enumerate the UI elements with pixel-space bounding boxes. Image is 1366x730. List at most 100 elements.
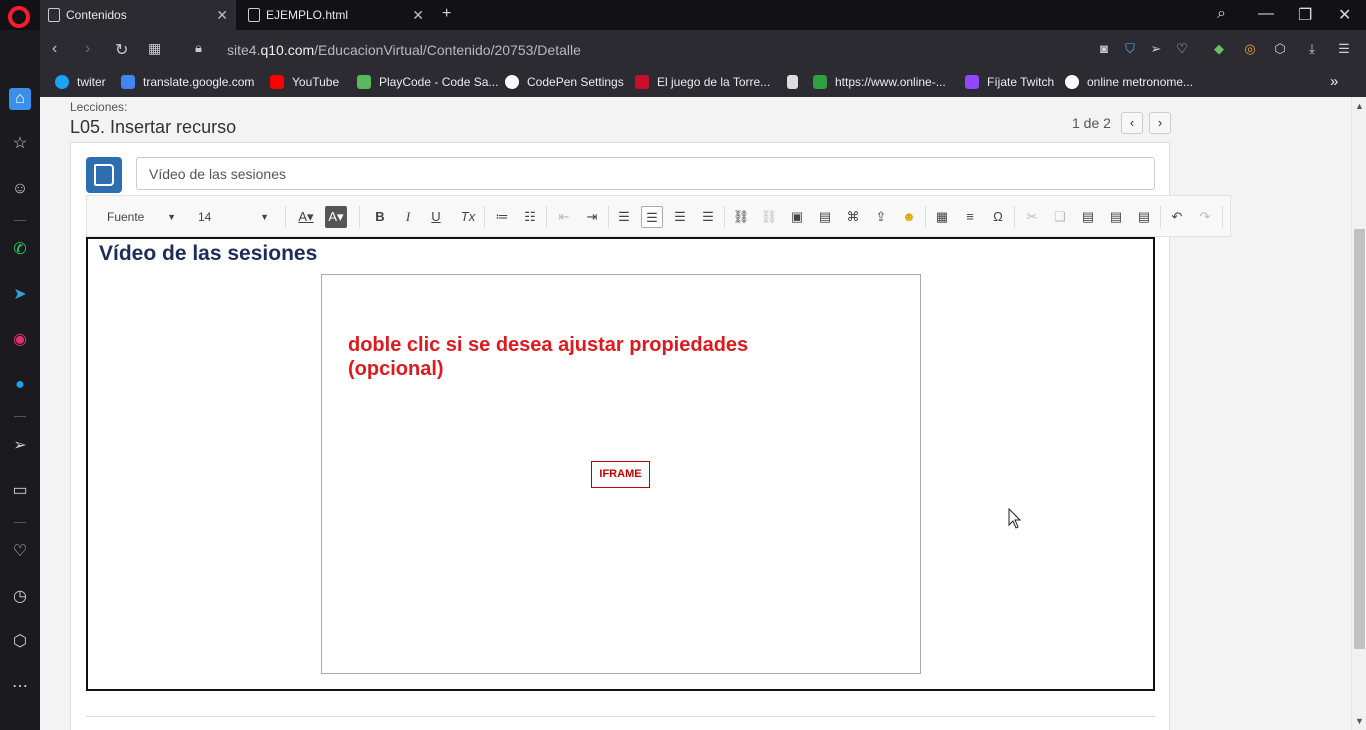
bookmark-twiter[interactable]: twiter (55, 75, 106, 89)
extensions-box-icon[interactable]: ⬡ (1272, 41, 1288, 57)
bookmarks-more[interactable]: » (1330, 73, 1338, 90)
media-icon[interactable]: ▤ (814, 206, 836, 228)
paste-icon[interactable]: ▤ (1077, 206, 1099, 228)
cut-icon[interactable]: ✂ (1021, 206, 1043, 228)
window-close-icon[interactable]: ✕ (1338, 5, 1351, 25)
smiley-icon[interactable]: ☺ (9, 178, 31, 200)
align-center-icon[interactable]: ☰ (641, 206, 663, 228)
page-icon (48, 8, 60, 22)
telegram-icon[interactable]: ➤ (9, 284, 31, 306)
close-icon[interactable]: ✕ (412, 7, 424, 24)
menu-icon[interactable]: ☰ (1336, 41, 1352, 57)
paste-word-icon[interactable]: ▤ (1133, 206, 1155, 228)
page-icon (787, 75, 798, 89)
reload-icon[interactable]: ↻ (115, 40, 128, 60)
back-icon[interactable]: ‹ (52, 40, 57, 58)
page-content: Lecciones: L05. Insertar recurso 1 de 2 … (40, 97, 1366, 730)
more-icon[interactable]: ⋯ (9, 676, 31, 698)
twitter-icon[interactable]: ● (9, 374, 31, 396)
tab-ejemplo[interactable]: EJEMPLO.html ✕ (240, 0, 432, 30)
scroll-up-icon[interactable]: ▲ (1355, 101, 1364, 111)
heart-icon[interactable]: ♡ (1174, 41, 1190, 57)
tab-contenidos[interactable]: Contenidos ✕ (40, 0, 236, 30)
bookmark-youtube[interactable]: YouTube (270, 75, 339, 89)
redo-icon[interactable]: ↷ (1194, 206, 1216, 228)
link-icon[interactable]: ⛓ (730, 206, 752, 228)
background-color-icon[interactable]: A▾ (325, 206, 347, 228)
align-left-icon[interactable]: ☰ (613, 206, 635, 228)
prev-page-button[interactable]: ‹ (1121, 112, 1143, 134)
new-tab-icon[interactable]: + (442, 5, 451, 23)
shield-icon[interactable]: ⛉ (1122, 41, 1138, 57)
send-icon[interactable]: ➢ (1148, 41, 1164, 57)
bookmark-online[interactable]: https://www.online-... (813, 75, 946, 89)
bold-icon[interactable]: B (369, 206, 391, 228)
star-icon[interactable]: ☆ (9, 133, 31, 155)
bookmark-twitch[interactable]: Fíjate Twitch (965, 75, 1054, 89)
download-icon[interactable]: ⤓ (1304, 41, 1320, 57)
send-icon[interactable]: ➢ (9, 435, 31, 457)
scroll-thumb[interactable] (1354, 229, 1365, 649)
align-right-icon[interactable]: ☰ (669, 206, 691, 228)
extensions-box-icon[interactable]: ⬡ (9, 631, 31, 653)
table-icon[interactable]: ▦ (931, 206, 953, 228)
image-icon[interactable]: ▣ (786, 206, 808, 228)
tab-title: Contenidos (66, 8, 127, 22)
clear-format-icon[interactable]: Tx (457, 206, 479, 228)
special-char-icon[interactable]: Ω (987, 206, 1009, 228)
url-field[interactable]: site4.q10.com/EducacionVirtual/Contenido… (227, 42, 581, 58)
next-page-button[interactable]: › (1149, 112, 1171, 134)
paste-text-icon[interactable]: ▤ (1105, 206, 1127, 228)
justify-icon[interactable]: ☰ (697, 206, 719, 228)
upload-icon[interactable]: ⇪ (870, 206, 892, 228)
twitch-icon (965, 75, 979, 89)
font-family-select[interactable]: Fuente ▼ (99, 206, 184, 228)
ordered-list-icon[interactable]: ≔ (491, 206, 513, 228)
color-wheel-icon[interactable]: ◎ (1242, 41, 1258, 57)
tabs-grid-icon[interactable]: ▦ (148, 40, 161, 57)
page-scrollbar[interactable]: ▲ ▼ (1351, 97, 1366, 730)
heart-icon[interactable]: ♡ (9, 541, 31, 563)
copy-icon[interactable]: ❏ (1049, 206, 1071, 228)
rich-text-editor[interactable]: Vídeo de las sesiones doble clic si se d… (86, 237, 1155, 691)
search-icon[interactable]: ⌕ (1217, 5, 1226, 23)
forward-icon[interactable]: › (85, 40, 90, 58)
minimize-icon[interactable]: — (1258, 5, 1274, 23)
outdent-icon[interactable]: ⇤ (553, 206, 575, 228)
bookmarks-bar: twiter translate.google.com YouTube Play… (40, 70, 1366, 97)
camera-icon[interactable]: ◙ (1096, 41, 1112, 57)
home-icon[interactable]: ⌂ (9, 88, 31, 110)
opera-logo-icon[interactable] (8, 6, 30, 28)
unlink-icon[interactable]: ⛓ (758, 206, 780, 228)
resource-title-input[interactable] (136, 157, 1155, 190)
instagram-icon[interactable]: ◉ (9, 329, 31, 351)
undo-icon[interactable]: ↶ (1166, 206, 1188, 228)
bookmark-codepen[interactable]: CodePen Settings (505, 75, 624, 89)
horizontal-rule-icon[interactable]: ≡ (959, 206, 981, 228)
emoji-icon[interactable]: ☻ (898, 206, 920, 228)
underline-icon[interactable]: U (425, 206, 447, 228)
bookmark-page-icon-only[interactable] (787, 75, 806, 89)
site-icon (813, 75, 827, 89)
italic-icon[interactable]: I (397, 206, 419, 228)
indent-icon[interactable]: ⇥ (581, 206, 603, 228)
font-size-select[interactable]: 14 ▼ (192, 206, 277, 228)
twitter-icon (55, 75, 69, 89)
lock-icon[interactable]: 🔒︎ (195, 40, 202, 56)
bookmark-torre[interactable]: El juego de la Torre... (635, 75, 770, 89)
bookmark-playcode[interactable]: PlayCode - Code Sa... (357, 75, 498, 89)
wallet-icon[interactable]: ▭ (9, 480, 31, 502)
url-prefix: site4. (227, 42, 261, 58)
whatsapp-icon[interactable]: ✆ (9, 239, 31, 261)
scroll-down-icon[interactable]: ▼ (1355, 716, 1364, 726)
text-color-icon[interactable]: A▾ (295, 206, 317, 228)
close-icon[interactable]: ✕ (216, 7, 228, 24)
embed-code-icon[interactable]: ⌘ (842, 206, 864, 228)
extension-cube-icon[interactable]: ◆ (1211, 41, 1227, 57)
unordered-list-icon[interactable]: ☷ (519, 206, 541, 228)
bookmark-translate[interactable]: translate.google.com (121, 75, 254, 89)
iframe-placeholder[interactable]: doble clic si se desea ajustar propiedad… (321, 274, 921, 674)
history-clock-icon[interactable]: ◷ (9, 586, 31, 608)
restore-icon[interactable]: ❐ (1298, 5, 1312, 25)
bookmark-metronome[interactable]: online metronome... (1065, 75, 1193, 89)
